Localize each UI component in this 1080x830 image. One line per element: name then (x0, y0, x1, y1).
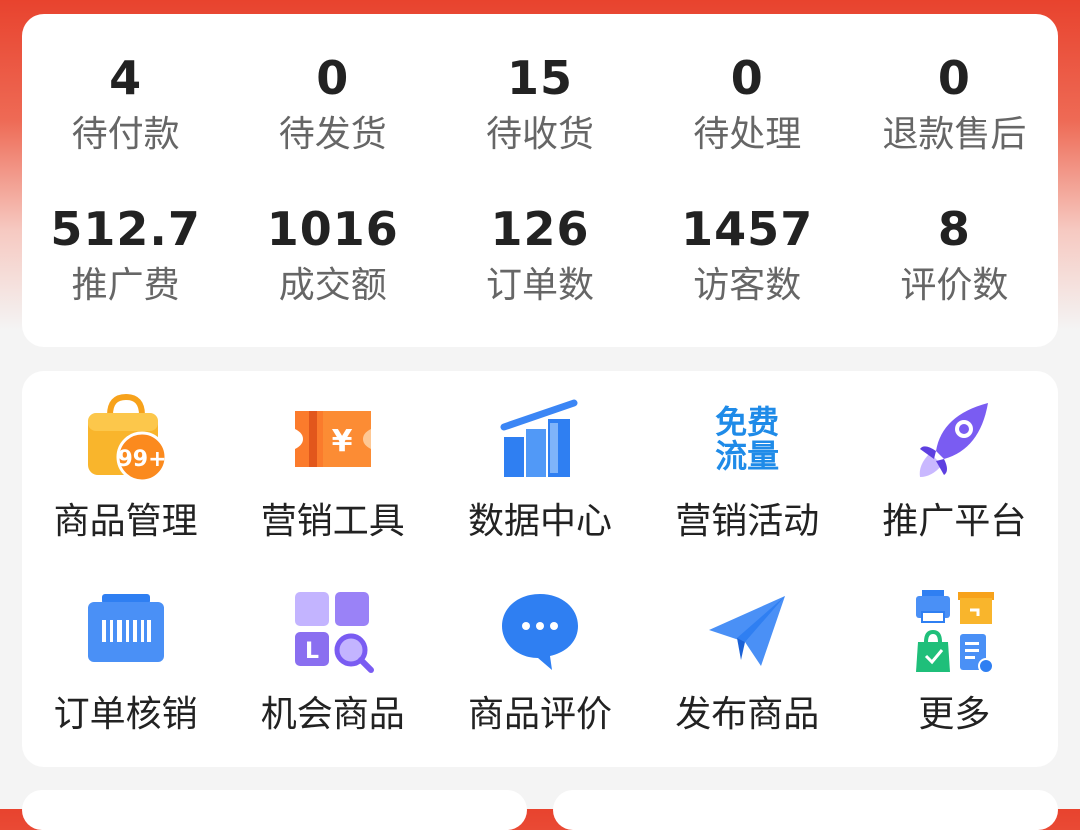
tool-label: 更多 (918, 694, 991, 735)
stat-pending-payment[interactable]: 4 待付款 (22, 14, 229, 171)
stat-value: 126 (490, 202, 590, 256)
stat-pending-shipment[interactable]: 0 待发货 (229, 14, 436, 171)
stat-value: 15 (506, 51, 573, 105)
free-traffic-line-1: 免费 (715, 403, 780, 441)
stat-value: 8 (937, 202, 971, 256)
tool-data-center[interactable]: 数据中心 (436, 371, 643, 566)
stat-promotion-fee[interactable]: 512.7 推广费 (22, 171, 229, 328)
tool-order-verification[interactable]: 订单核销 (22, 566, 229, 761)
stat-visitor-count[interactable]: 1457 访客数 (644, 171, 851, 328)
barcode-scanner-icon (80, 586, 172, 678)
tool-label: 营销工具 (260, 501, 405, 542)
stat-value: 512.7 (50, 202, 201, 256)
stat-label: 订单数 (485, 265, 594, 306)
tool-label: 商品评价 (467, 694, 612, 735)
stat-value: 0 (937, 51, 971, 105)
stat-value: 4 (109, 51, 143, 105)
tool-product-management[interactable]: 99+ 商品管理 (22, 371, 229, 566)
tool-marketing-activities[interactable]: 免费 流量 营销活动 (644, 371, 851, 566)
tool-label: 发布商品 (675, 694, 820, 735)
coupon-glyph: ¥ (331, 424, 352, 459)
paper-plane-icon (701, 586, 793, 678)
opportunity-search-icon: L (287, 586, 379, 678)
tool-opportunity-products[interactable]: L 机会商品 (229, 566, 436, 761)
tools-card: 99+ 商品管理 ¥ 营销工具 数据中心 免费 流量 营销活动 推广平台 订单核… (22, 371, 1058, 767)
stat-label: 访客数 (693, 265, 802, 306)
stat-review-count[interactable]: 8 评价数 (851, 171, 1058, 328)
stat-label: 成交额 (278, 265, 387, 306)
stat-label: 评价数 (900, 265, 1009, 306)
tool-label: 机会商品 (260, 694, 405, 735)
tool-publish-product[interactable]: 发布商品 (644, 566, 851, 761)
bottom-card-right (553, 790, 1058, 830)
tool-product-reviews[interactable]: 商品评价 (436, 566, 643, 761)
stat-refund-aftersale[interactable]: 0 退款售后 (851, 14, 1058, 171)
stat-pending-processing[interactable]: 0 待处理 (644, 14, 851, 171)
tool-marketing-tools[interactable]: ¥ 营销工具 (229, 371, 436, 566)
stat-label: 退款售后 (882, 114, 1027, 155)
more-apps-icon (908, 586, 1000, 678)
stat-label: 待收货 (485, 114, 594, 155)
stat-value: 1457 (681, 202, 814, 256)
stat-value: 0 (730, 51, 764, 105)
stat-label: 待发货 (278, 114, 387, 155)
tool-more[interactable]: 更多 (851, 566, 1058, 761)
shopping-bag-icon: 99+ (80, 393, 172, 485)
stat-label: 待付款 (71, 114, 180, 155)
stat-label: 推广费 (71, 265, 180, 306)
free-traffic-line-2: 流量 (715, 437, 780, 475)
tool-promotion-platform[interactable]: 推广平台 (851, 371, 1058, 566)
stat-value: 0 (316, 51, 350, 105)
tool-label: 订单核销 (53, 694, 198, 735)
order-stats-card: 4 待付款 0 待发货 15 待收货 0 待处理 0 退款售后 512.7 推广… (22, 14, 1058, 347)
grid-glyph: L (305, 639, 319, 664)
free-traffic-icon: 免费 流量 (701, 393, 793, 485)
tool-label: 推广平台 (882, 501, 1027, 542)
stat-value: 1016 (266, 202, 399, 256)
tool-label: 数据中心 (467, 501, 612, 542)
tool-label: 商品管理 (53, 501, 198, 542)
bar-chart-icon (494, 393, 586, 485)
stat-gmv[interactable]: 1016 成交额 (229, 171, 436, 328)
chat-bubble-icon (494, 586, 586, 678)
rocket-icon (908, 393, 1000, 485)
coupon-icon: ¥ (287, 393, 379, 485)
badge-text: 99+ (117, 447, 166, 472)
stat-label: 待处理 (693, 114, 802, 155)
tool-label: 营销活动 (675, 501, 820, 542)
stat-pending-receipt[interactable]: 15 待收货 (436, 14, 643, 171)
stat-order-count[interactable]: 126 订单数 (436, 171, 643, 328)
bottom-card-left (22, 790, 527, 830)
